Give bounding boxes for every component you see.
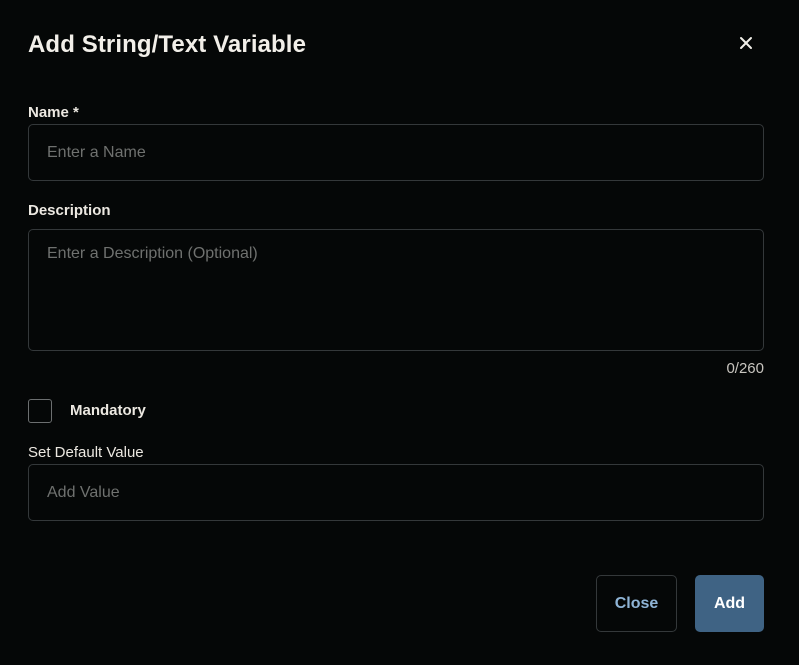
name-label: Name * bbox=[28, 104, 79, 121]
add-variable-dialog: Add String/Text Variable Name * Descript… bbox=[0, 0, 799, 665]
dialog-title: Add String/Text Variable bbox=[28, 31, 307, 58]
default-value-label: Set Default Value bbox=[28, 444, 144, 461]
mandatory-checkbox[interactable] bbox=[28, 399, 52, 423]
default-value-input[interactable] bbox=[28, 464, 764, 521]
add-button[interactable]: Add bbox=[695, 575, 764, 632]
name-input[interactable] bbox=[28, 124, 764, 181]
description-textarea[interactable] bbox=[28, 229, 764, 351]
mandatory-label: Mandatory bbox=[70, 402, 146, 419]
close-icon[interactable] bbox=[734, 31, 758, 55]
description-label: Description bbox=[28, 202, 111, 219]
close-button[interactable]: Close bbox=[596, 575, 677, 632]
description-char-counter: 0/260 bbox=[726, 360, 764, 377]
